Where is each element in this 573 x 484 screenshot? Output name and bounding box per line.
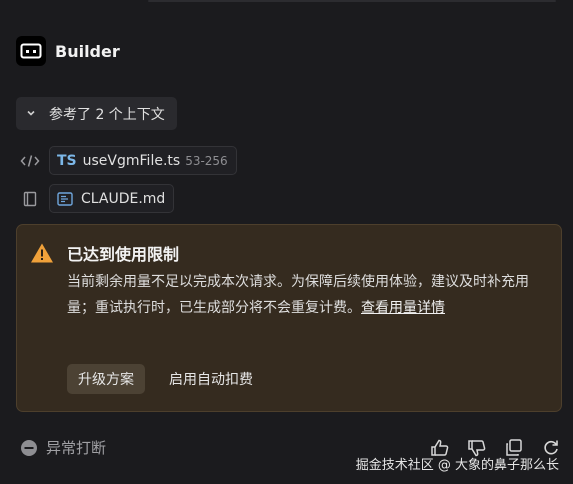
chevron-down-icon <box>25 104 37 123</box>
upgrade-plan-button[interactable]: 升级方案 <box>67 364 145 394</box>
file-name: CLAUDE.md <box>81 190 166 207</box>
context-item-doc: CLAUDE.md <box>20 184 175 213</box>
status-label: 异常打断 <box>46 439 107 457</box>
markdown-file-icon <box>57 191 73 206</box>
usage-limit-alert: 已达到使用限制 当前剩余用量不足以完成本次请求。为保障后续使用体验，建议及时补充… <box>16 224 562 412</box>
builder-logo-icon <box>16 36 46 66</box>
context-file-chip[interactable]: TS useVgmFile.ts 53-256 <box>49 146 237 175</box>
enable-auto-pay-button[interactable]: 启用自动扣费 <box>169 369 253 389</box>
stop-circle-icon <box>20 439 38 457</box>
ts-file-icon: TS <box>57 152 77 169</box>
file-name: useVgmFile.ts <box>82 152 181 169</box>
app-title: Builder <box>55 41 120 61</box>
line-range: 53-256 <box>185 153 228 168</box>
alert-title: 已达到使用限制 <box>67 245 180 264</box>
code-icon <box>20 151 40 171</box>
interrupted-status: 异常打断 <box>20 437 106 458</box>
alert-body: 当前剩余用量不足以完成本次请求。为保障后续使用体验，建议及时补充用量；重试执行时… <box>67 269 537 321</box>
header: Builder <box>16 36 120 66</box>
alert-body-text: 当前剩余用量不足以完成本次请求。为保障后续使用体验，建议及时补充用量；重试执行时… <box>67 274 529 316</box>
watermark: 掘金技术社区 @ 大象的鼻子那么长 <box>355 458 559 473</box>
context-item-code: TS useVgmFile.ts 53-256 <box>20 146 237 175</box>
document-icon <box>20 189 40 209</box>
context-toggle-button[interactable]: 参考了 2 个上下文 <box>16 97 177 130</box>
warning-icon <box>30 242 54 264</box>
context-toggle-label: 参考了 2 个上下文 <box>49 106 165 123</box>
alert-actions: 升级方案 启用自动扣费 <box>67 364 253 394</box>
top-divider <box>148 0 556 2</box>
context-file-chip[interactable]: CLAUDE.md <box>49 184 175 213</box>
usage-details-link[interactable]: 查看用量详情 <box>361 300 445 316</box>
